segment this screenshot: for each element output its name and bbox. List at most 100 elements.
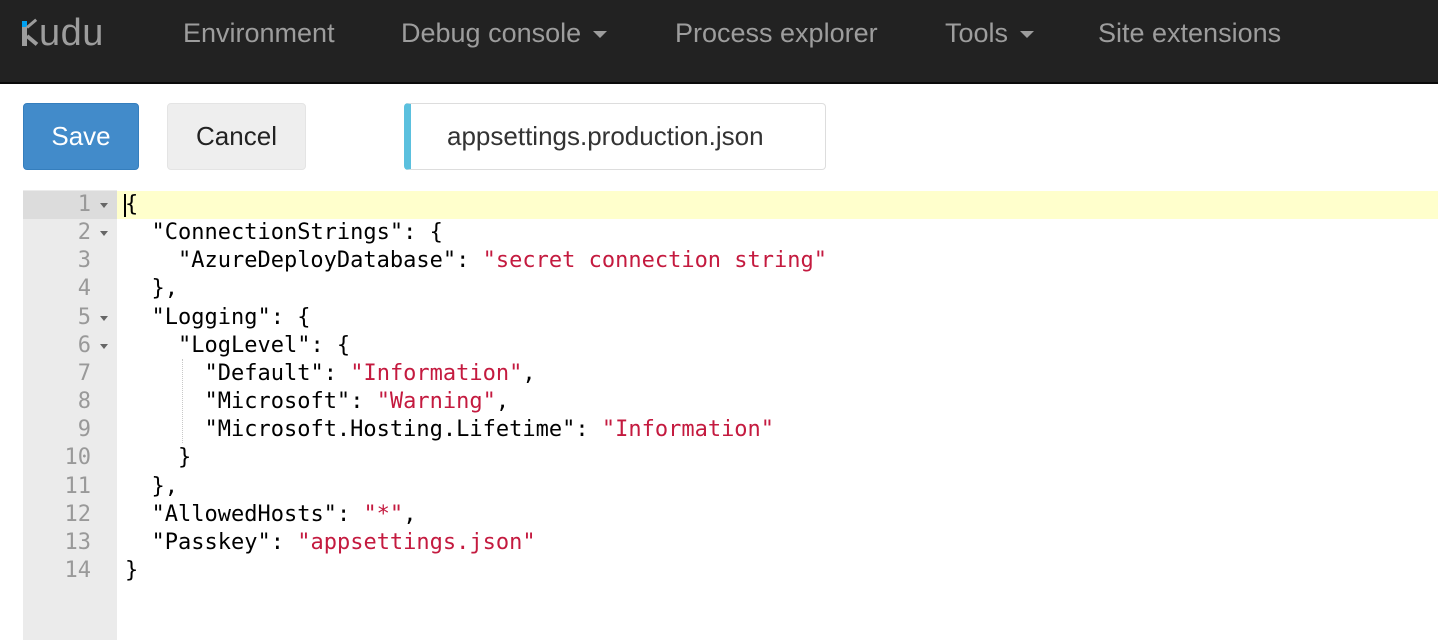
nav-environment[interactable]: Environment: [183, 13, 335, 53]
code-sep: :: [456, 248, 483, 274]
code-value: "Warning": [376, 389, 496, 415]
line-number-row: 9: [23, 416, 117, 444]
code-line: "Default": "Information",: [125, 360, 535, 388]
line-number-row: 3: [23, 247, 117, 275]
code-key: "Default": [204, 360, 324, 386]
brand-text: udu: [39, 12, 104, 54]
code-sep: :: [323, 360, 351, 386]
code-value: "appsettings.json": [297, 529, 536, 555]
line-number: 2: [77, 220, 91, 246]
line-number-row: 10: [23, 444, 117, 472]
fold-arrow-icon[interactable]: [100, 315, 108, 321]
code-line: "ConnectionStrings": {: [125, 219, 443, 247]
code-sep: : {: [270, 304, 311, 330]
line-number: 4: [77, 276, 91, 302]
code-tail: ,: [403, 501, 417, 527]
code-key: "AzureDeployDatabase": [177, 248, 457, 274]
line-number: 9: [77, 417, 91, 443]
code-line: "Microsoft": "Warning",: [125, 388, 509, 416]
nav-debug-console-label: Debug console: [401, 18, 582, 48]
line-number-row: 6: [23, 332, 117, 360]
nav-process-explorer[interactable]: Process explorer: [675, 13, 878, 53]
code-sep: :: [270, 529, 298, 555]
code-line: "Passkey": "appsettings.json": [125, 529, 536, 557]
code-line: "AzureDeployDatabase": "secret connectio…: [125, 247, 827, 275]
line-number-row: 14: [23, 557, 117, 585]
line-number: 12: [64, 501, 92, 527]
line-number-row: 8: [23, 388, 117, 416]
code-value: "secret connection string": [482, 248, 828, 274]
fold-arrow-icon[interactable]: [100, 343, 108, 349]
code-line: "LogLevel": {: [125, 332, 350, 360]
nav-tools[interactable]: Tools: [945, 13, 1035, 53]
line-number: 7: [77, 360, 91, 386]
code-line: },: [125, 473, 179, 501]
code-sep: {: [125, 192, 139, 217]
save-button[interactable]: Save: [23, 103, 139, 170]
code-line: {: [125, 191, 138, 219]
code-area[interactable]: { "ConnectionStrings": { "AzureDeployDat…: [117, 190, 1438, 640]
line-number: 14: [64, 557, 92, 583]
code-key: "LogLevel": [177, 332, 311, 358]
line-number: 6: [77, 332, 91, 358]
code-line: }: [125, 444, 191, 472]
kudu-k-icon: [22, 18, 39, 48]
code-line: }: [125, 557, 138, 585]
code-editor[interactable]: 1 2 3 4 5 6 7 8 9 10 11 12 13 14 { "ConnectionStrings…: [23, 190, 1438, 640]
fold-arrow-icon[interactable]: [100, 231, 108, 237]
code-sep: :: [575, 417, 602, 443]
active-line-highlight: [117, 191, 1438, 219]
nav-site-extensions-label: Site extensions: [1098, 18, 1282, 48]
code-value: "Information": [601, 417, 775, 443]
filename-label: appsettings.production.json: [404, 103, 826, 170]
line-number: 13: [64, 529, 92, 555]
line-number: 11: [64, 473, 92, 499]
fold-arrow-icon[interactable]: [100, 203, 108, 208]
line-number-row: 13: [23, 529, 117, 557]
code-line: "Logging": {: [125, 304, 311, 332]
nav-tools-label: Tools: [945, 18, 1009, 48]
code-key: "Logging": [151, 304, 271, 330]
code-key: "AllowedHosts": [151, 501, 337, 527]
nav-environment-label: Environment: [183, 18, 335, 48]
line-number: 1: [77, 192, 91, 217]
line-number: 3: [77, 248, 91, 274]
code-value: "*": [363, 501, 404, 527]
code-key: "Passkey": [151, 529, 271, 555]
line-number-row: 7: [23, 360, 117, 388]
caret-down-icon: [593, 31, 608, 38]
code-sep: },: [151, 473, 179, 499]
code-key: "ConnectionStrings": [151, 220, 404, 246]
caret-down-icon: [1020, 31, 1035, 38]
line-number-row: 1: [23, 191, 117, 219]
line-number-row: 4: [23, 275, 117, 303]
cancel-button[interactable]: Cancel: [167, 103, 306, 170]
code-line: "AllowedHosts": "*",: [125, 501, 417, 529]
line-number: 8: [77, 389, 91, 415]
line-number-row: 12: [23, 501, 117, 529]
line-number-row: 11: [23, 473, 117, 501]
code-sep: :: [350, 389, 377, 415]
code-tail: ,: [495, 389, 510, 415]
nav-site-extensions[interactable]: Site extensions: [1098, 13, 1281, 53]
code-line: "Microsoft.Hosting.Lifetime": "Informati…: [125, 416, 774, 444]
kudu-logo[interactable]: udu: [22, 10, 104, 56]
line-number-gutter: 1 2 3 4 5 6 7 8 9 10 11 12 13 14: [23, 190, 117, 640]
code-sep: },: [151, 276, 179, 302]
line-number: 10: [64, 445, 92, 471]
code-sep: }: [177, 445, 192, 471]
code-sep: : {: [403, 220, 443, 246]
code-key: "Microsoft": [204, 389, 351, 415]
nav-debug-console[interactable]: Debug console: [401, 13, 608, 53]
code-sep: : {: [310, 332, 351, 358]
